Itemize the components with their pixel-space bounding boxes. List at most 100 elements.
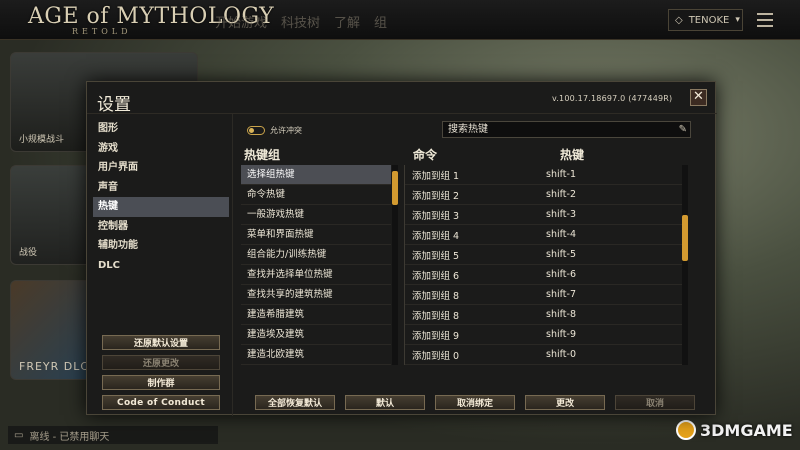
command-row[interactable]: 添加到组 3 shift-3 (405, 205, 687, 225)
command-name: 添加到组 2 (412, 190, 460, 202)
user-name: TENOKE (688, 14, 730, 26)
command-name: 添加到组 6 (412, 270, 460, 282)
watermark-text: 3DMGAME (700, 420, 793, 440)
command-name: 添加到组 9 (412, 330, 460, 342)
title-divider (87, 113, 717, 114)
command-hotkey: shift-0 (546, 349, 576, 360)
command-list-scrollbar[interactable] (682, 165, 688, 365)
header-command: 命令 (413, 148, 438, 162)
category-sound[interactable]: 声音 (93, 178, 229, 198)
bottom-button-row: 全部恢复默认 默认 取消绑定 更改 取消 (255, 395, 695, 410)
command-hotkey: shift-7 (546, 289, 576, 300)
chevron-down-icon: ▾ (735, 15, 740, 25)
group-item[interactable]: 选择组热键 (241, 165, 391, 185)
command-row[interactable]: 添加到组 8 shift-8 (405, 305, 687, 325)
allow-conflicts-toggle-row: 允许冲突 (247, 125, 302, 136)
category-accessibility[interactable]: 辅助功能 (93, 236, 229, 256)
category-hotkeys[interactable]: 热键 (93, 197, 229, 217)
hotkey-search-input[interactable]: 搜索热键 ✎ (442, 121, 691, 138)
tile-label: FREYR DLC (19, 360, 90, 373)
restore-all-defaults-button[interactable]: 全部恢复默认 (255, 395, 335, 410)
close-button[interactable]: ✕ (690, 89, 707, 106)
group-item[interactable]: 查找共享的建筑热键 (241, 285, 391, 305)
nav-item-techtree[interactable]: 科技树 (281, 12, 320, 31)
command-row[interactable]: 添加到组 5 shift-5 (405, 245, 687, 265)
command-row[interactable]: 添加到组 1 shift-1 (405, 165, 687, 185)
command-name: 添加到组 8 (412, 290, 460, 302)
group-item[interactable]: 建造北欧建筑 (241, 345, 391, 365)
command-hotkey: shift-1 (546, 169, 576, 180)
command-name: 添加到组 4 (412, 230, 460, 242)
command-row[interactable]: 添加到组 6 shift-6 (405, 265, 687, 285)
version-text: v.100.17.18697.0 (477449R) (552, 94, 673, 103)
user-profile-button[interactable]: ◇ TENOKE ▾ (668, 9, 743, 31)
site-watermark: 3DMGAME (676, 420, 793, 440)
command-name: 添加到组 0 (412, 350, 460, 362)
command-name: 添加到组 8 (412, 310, 460, 322)
command-hotkey: shift-5 (546, 249, 576, 260)
dialog-title: 设置 (97, 95, 131, 115)
nav-item-play[interactable]: 开始游戏 (215, 12, 267, 31)
nav-item-group[interactable]: 组 (374, 12, 387, 31)
command-row[interactable]: 添加到组 8 shift-7 (405, 285, 687, 305)
category-list: 图形 游戏 用户界面 声音 热键 控制器 辅助功能 DLC (93, 119, 229, 275)
unbind-button[interactable]: 取消绑定 (435, 395, 515, 410)
group-item[interactable]: 建造希腊建筑 (241, 305, 391, 325)
header-hotkey-groups: 热键组 (244, 148, 281, 162)
hotkey-group-list: 选择组热键 命令热键 一般游戏热键 菜单和界面热键 组合能力/训练热键 查找并选… (241, 165, 391, 365)
settings-dialog: 设置 v.100.17.18697.0 (477449R) ✕ 图形 游戏 用户… (86, 81, 717, 416)
user-icon: ◇ (675, 14, 683, 26)
search-placeholder: 搜索热键 (448, 124, 488, 135)
game-logo-subtitle: RETOLD (72, 27, 132, 36)
command-list-scrollbar-thumb[interactable] (682, 215, 688, 261)
default-button[interactable]: 默认 (345, 395, 425, 410)
group-item[interactable]: 命令热键 (241, 185, 391, 205)
nav-item-learn[interactable]: 了解 (334, 12, 360, 31)
credits-button[interactable]: 制作群 (102, 375, 220, 390)
category-game[interactable]: 游戏 (93, 139, 229, 159)
group-list-scrollbar-thumb[interactable] (392, 171, 398, 205)
hamburger-menu-icon[interactable] (752, 9, 778, 31)
command-hotkey: shift-8 (546, 309, 576, 320)
command-hotkey: shift-2 (546, 189, 576, 200)
sidebar-buttons: 还原默认设置 还原更改 制作群 Code of Conduct (102, 335, 220, 415)
change-button[interactable]: 更改 (525, 395, 605, 410)
command-row[interactable]: 添加到组 9 shift-9 (405, 325, 687, 345)
chat-status-text: 离线 - 已禁用聊天 (29, 431, 110, 443)
edit-icon: ✎ (678, 124, 687, 135)
category-graphics[interactable]: 图形 (93, 119, 229, 139)
command-row[interactable]: 添加到组 2 shift-2 (405, 185, 687, 205)
group-item[interactable]: 一般游戏热键 (241, 205, 391, 225)
group-item[interactable]: 查找并选择单位热键 (241, 265, 391, 285)
chat-icon: ▭ (14, 429, 24, 441)
category-dlc[interactable]: DLC (93, 256, 229, 276)
top-bar: AGE of MYTHOLOGY RETOLD 开始游戏 科技树 了解 组 ◇ … (0, 0, 800, 40)
group-item[interactable]: 组合能力/训练热键 (241, 245, 391, 265)
allow-conflicts-label: 允许冲突 (270, 126, 302, 135)
command-hotkey: shift-9 (546, 329, 576, 340)
command-name: 添加到组 1 (412, 170, 460, 182)
command-hotkey: shift-3 (546, 209, 576, 220)
group-item[interactable]: 建造埃及建筑 (241, 325, 391, 345)
sidebar-divider (232, 114, 233, 416)
category-controller[interactable]: 控制器 (93, 217, 229, 237)
command-hotkey: shift-6 (546, 269, 576, 280)
command-row[interactable]: 添加到组 0 shift-0 (405, 345, 687, 365)
code-of-conduct-button[interactable]: Code of Conduct (102, 395, 220, 410)
cancel-button[interactable]: 取消 (615, 395, 695, 410)
command-list: 添加到组 1 shift-1 添加到组 2 shift-2 添加到组 3 shi… (405, 165, 687, 365)
command-row[interactable]: 添加到组 4 shift-4 (405, 225, 687, 245)
revert-changes-button[interactable]: 还原更改 (102, 355, 220, 370)
category-ui[interactable]: 用户界面 (93, 158, 229, 178)
top-nav: 开始游戏 科技树 了解 组 (215, 12, 387, 31)
command-hotkey: shift-4 (546, 229, 576, 240)
tile-label: 小规模战斗 (19, 135, 65, 145)
command-name: 添加到组 5 (412, 250, 460, 262)
restore-defaults-button[interactable]: 还原默认设置 (102, 335, 220, 350)
watermark-logo-icon (676, 420, 696, 440)
group-item[interactable]: 菜单和界面热键 (241, 225, 391, 245)
tile-label: 战役 (19, 248, 38, 258)
allow-conflicts-toggle[interactable] (247, 126, 265, 135)
header-hotkey: 热键 (560, 148, 585, 162)
command-name: 添加到组 3 (412, 210, 460, 222)
